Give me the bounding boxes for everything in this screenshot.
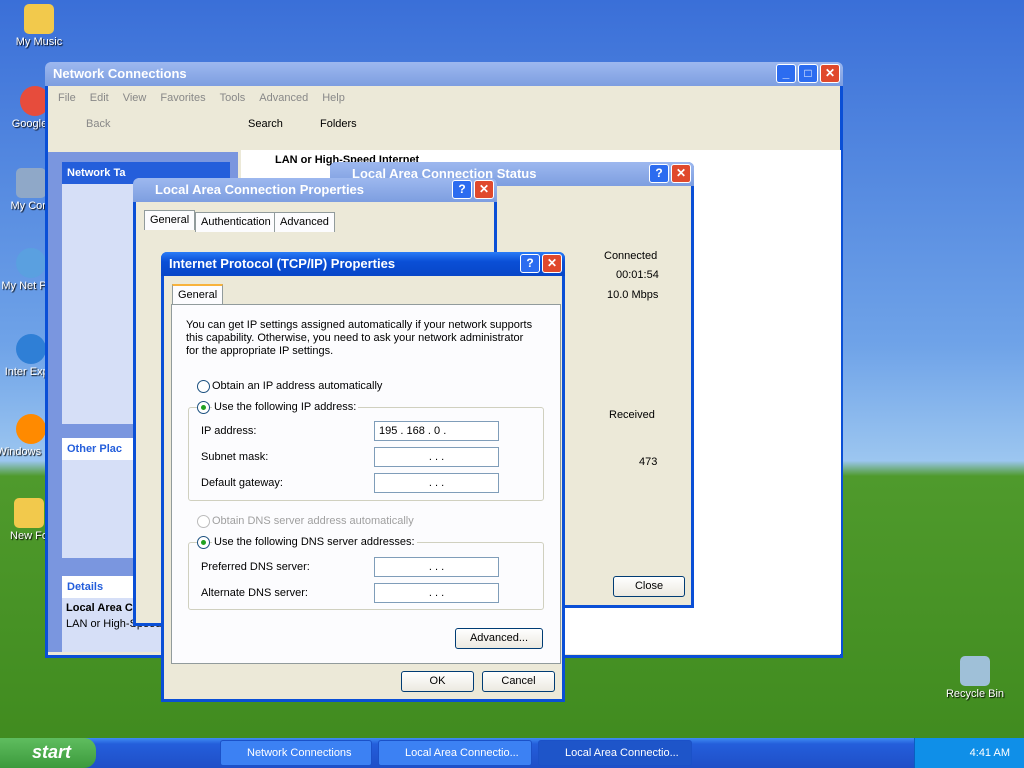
cancel-button[interactable]: Cancel xyxy=(482,671,555,692)
ip-address-label: IP address: xyxy=(201,425,257,437)
close-button[interactable]: ✕ xyxy=(671,164,691,183)
connection-speed: 10.0 Mbps xyxy=(607,289,659,301)
taskbar-item-lan-status[interactable]: Local Area Connectio... xyxy=(538,740,692,766)
use-ip-radio[interactable] xyxy=(197,401,210,414)
tab-general[interactable]: General xyxy=(172,284,224,304)
menu-item[interactable]: Help xyxy=(322,92,345,104)
menu-item[interactable]: Favorites xyxy=(160,92,205,104)
auto-ip-radio[interactable] xyxy=(197,380,210,393)
menu-item[interactable]: View xyxy=(123,92,147,104)
gateway-label: Default gateway: xyxy=(201,477,283,489)
folders-button[interactable]: Folders xyxy=(320,118,357,130)
toolbar: Back Search Folders xyxy=(58,118,357,130)
title-bar[interactable]: Local Area Connection Properties? ✕ xyxy=(133,178,497,202)
start-button[interactable]: start xyxy=(0,738,96,768)
tab-advanced[interactable]: Advanced xyxy=(274,212,335,232)
menu-item[interactable]: Tools xyxy=(220,92,246,104)
taskbar-item-network-connections[interactable]: Network Connections xyxy=(220,740,372,766)
preferred-dns-label: Preferred DNS server: xyxy=(201,561,310,573)
help-button[interactable]: ? xyxy=(649,164,669,183)
menu-bar: File Edit View Favorites Tools Advanced Help xyxy=(58,92,345,104)
ok-button[interactable]: OK xyxy=(401,671,474,692)
window-title: Network Connections xyxy=(53,66,187,81)
system-tray: 4:41 AM xyxy=(914,738,1024,768)
clock: 4:41 AM xyxy=(969,747,1010,759)
tcpip-properties-dialog: Internet Protocol (TCP/IP) Properties? ✕ … xyxy=(161,252,565,702)
menu-item[interactable]: File xyxy=(58,92,76,104)
auto-dns-radio[interactable] xyxy=(197,515,210,528)
help-button[interactable]: ? xyxy=(520,254,540,273)
alternate-dns-label: Alternate DNS server: xyxy=(201,587,308,599)
back-button[interactable]: Back xyxy=(86,118,110,130)
close-button[interactable]: ✕ xyxy=(542,254,562,273)
taskbar-item-lan-properties[interactable]: Local Area Connectio... xyxy=(378,740,532,766)
advanced-button[interactable]: Advanced... xyxy=(455,628,543,649)
help-button[interactable]: ? xyxy=(452,180,472,199)
ip-address-field[interactable]: 195 . 168 . 0 . xyxy=(374,421,499,441)
tab-general[interactable]: General xyxy=(144,210,196,230)
window-title: Local Area Connection Properties xyxy=(155,182,365,197)
dialog-title: Internet Protocol (TCP/IP) Properties xyxy=(169,256,396,271)
connection-duration: 00:01:54 xyxy=(616,269,659,281)
tab-authentication[interactable]: Authentication xyxy=(195,212,277,232)
maximize-button[interactable]: □ xyxy=(798,64,818,83)
tab-panel: You can get IP settings assigned automat… xyxy=(171,304,561,664)
close-button[interactable]: ✕ xyxy=(820,64,840,83)
menu-item[interactable]: Advanced xyxy=(259,92,308,104)
subnet-mask-field[interactable]: . . . xyxy=(374,447,499,467)
title-bar[interactable]: Internet Protocol (TCP/IP) Properties? ✕ xyxy=(161,252,565,276)
use-dns-radio[interactable] xyxy=(197,536,210,549)
title-bar[interactable]: Network Connections _ □ ✕ xyxy=(45,62,843,86)
minimize-button[interactable]: _ xyxy=(776,64,796,83)
info-text: You can get IP settings assigned automat… xyxy=(186,319,533,357)
use-ip-label: Use the following IP address: xyxy=(212,401,359,413)
alternate-dns-field[interactable]: . . . xyxy=(374,583,499,603)
auto-ip-label: Obtain an IP address automatically xyxy=(212,380,383,392)
auto-dns-label: Obtain DNS server address automatically xyxy=(212,515,414,527)
close-button[interactable]: ✕ xyxy=(474,180,494,199)
desktop-icon[interactable]: My Music xyxy=(4,4,74,48)
connection-status: Connected xyxy=(604,250,658,262)
close-status-button[interactable]: Close xyxy=(613,576,685,597)
gateway-field[interactable]: . . . xyxy=(374,473,499,493)
preferred-dns-field[interactable]: . . . xyxy=(374,557,499,577)
received-packets: 473 xyxy=(639,456,658,468)
use-dns-label: Use the following DNS server addresses: xyxy=(212,536,417,548)
menu-item[interactable]: Edit xyxy=(90,92,109,104)
search-button[interactable]: Search xyxy=(248,118,283,130)
subnet-mask-label: Subnet mask: xyxy=(201,451,269,463)
recycle-bin-icon[interactable]: Recycle Bin xyxy=(940,656,1010,700)
received-label: Received xyxy=(609,409,655,421)
